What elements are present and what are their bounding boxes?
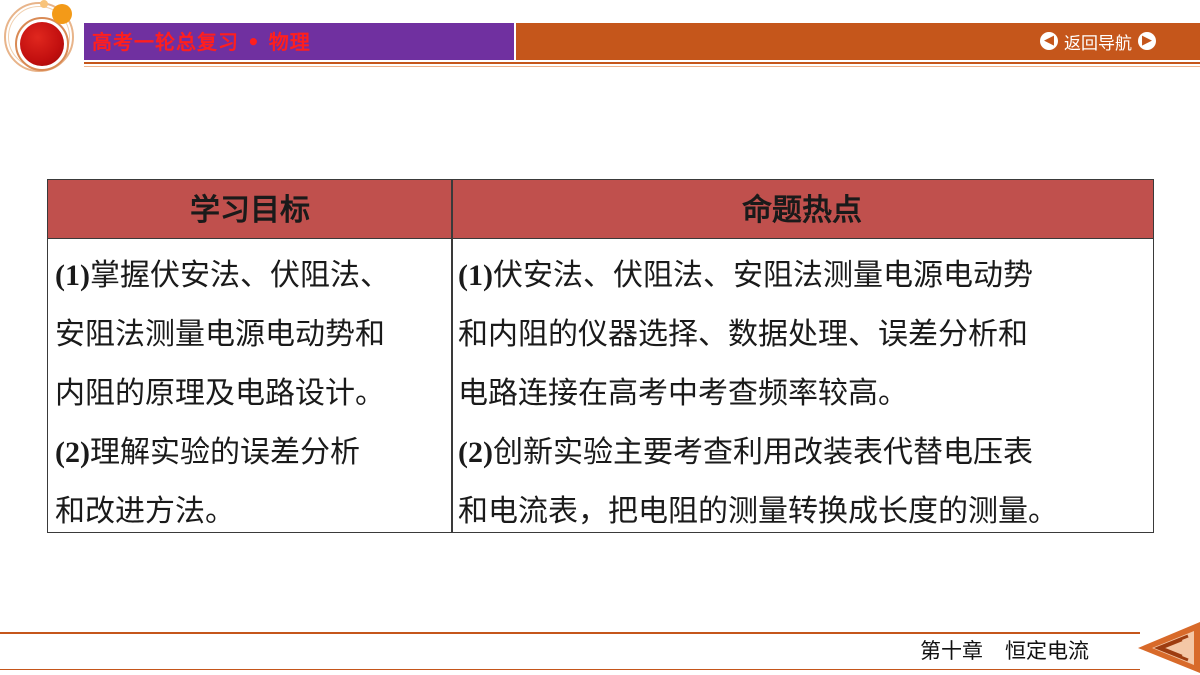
list-item: (2)创新实验主要考查利用改装表代替电压表 bbox=[458, 435, 1033, 470]
chapter-label: 第十章 恒定电流 bbox=[920, 636, 1089, 666]
list-item: 内阻的原理及电路设计。 bbox=[55, 376, 385, 411]
arrow-right-icon: ▶ bbox=[1138, 32, 1156, 50]
logo-small-dot-icon bbox=[40, 0, 48, 8]
course-title: 高考一轮总复习 • 物理 bbox=[92, 30, 311, 54]
back-to-nav-label: 返回导航 bbox=[1064, 33, 1132, 54]
list-item: 电路连接在高考中考查频率较高。 bbox=[458, 376, 908, 411]
table-header-row: 学习目标 命题热点 bbox=[48, 180, 1153, 239]
exam-hotspots-cell: (1)伏安法、伏阻法、安阻法测量电源电动势 和内阻的仪器选择、数据处理、误差分析… bbox=[458, 246, 1148, 541]
list-item: 和内阻的仪器选择、数据处理、误差分析和 bbox=[458, 317, 1028, 352]
chapter-number: 第十章 bbox=[920, 639, 983, 663]
learning-goals-cell: (1)掌握伏安法、伏阻法、 安阻法测量电源电动势和 内阻的原理及电路设计。 (2… bbox=[55, 246, 447, 541]
objectives-table: 学习目标 命题热点 (1)掌握伏安法、伏阻法、 安阻法测量电源电动势和 内阻的原… bbox=[47, 179, 1154, 533]
back-to-nav-button[interactable]: ◀ 返回导航 ▶ bbox=[1040, 28, 1156, 54]
list-item: 安阻法测量电源电动势和 bbox=[55, 317, 385, 352]
list-item: (1)掌握伏安法、伏阻法、 bbox=[55, 258, 390, 293]
list-item: (1)伏安法、伏阻法、安阻法测量电源电动势 bbox=[458, 258, 1033, 293]
arrow-left-icon: ◀ bbox=[1040, 32, 1058, 50]
header-rule bbox=[84, 62, 1200, 64]
header-exam-hotspots: 命题热点 bbox=[742, 193, 862, 228]
footer-rule bbox=[0, 632, 1140, 634]
logo-circle-icon bbox=[20, 22, 64, 66]
list-item: (2)理解实验的误差分析 bbox=[55, 435, 360, 470]
header-learning-goals: 学习目标 bbox=[190, 193, 310, 228]
chapter-title: 恒定电流 bbox=[1005, 639, 1089, 663]
back-arrow-icon[interactable] bbox=[1138, 620, 1200, 675]
list-item: 和电流表，把电阻的测量转换成长度的测量。 bbox=[458, 494, 1058, 529]
header-rule-thin bbox=[84, 66, 1200, 67]
list-item: 和改进方法。 bbox=[55, 494, 235, 529]
column-divider bbox=[451, 180, 453, 532]
footer-rule-bottom bbox=[0, 669, 1140, 670]
logo-dot-icon bbox=[52, 4, 72, 24]
